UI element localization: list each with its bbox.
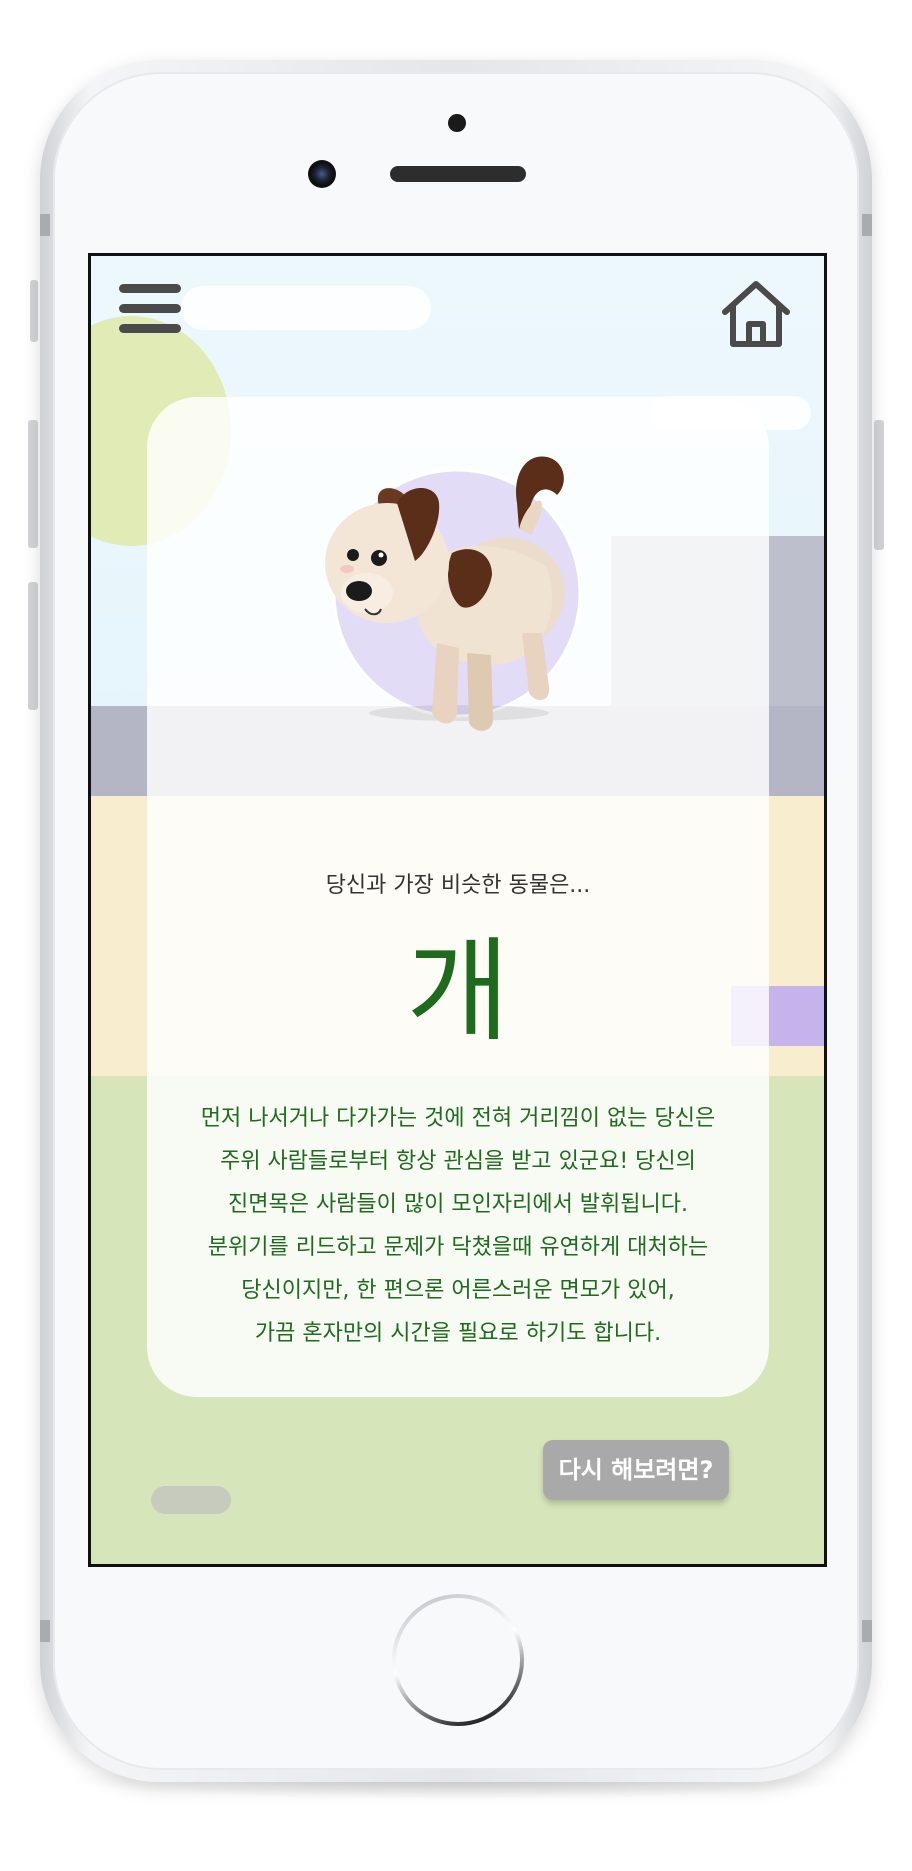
antenna-band <box>862 1620 872 1642</box>
description-line: 분위기를 리드하고 문제가 닥쳤을때 유연하게 대처하는 <box>207 1235 709 1260</box>
volume-down-button <box>28 582 38 710</box>
proximity-sensor <box>448 114 466 132</box>
mute-switch <box>30 280 38 342</box>
dog-illustration <box>287 443 607 743</box>
earpiece-speaker <box>390 166 526 182</box>
retry-button[interactable]: 다시 해보려면? <box>543 1440 729 1500</box>
front-camera <box>308 160 336 188</box>
description-line: 당신이지만, 한 편으론 어른스러운 면모가 있어, <box>241 1278 675 1303</box>
description-line: 가끔 혼자만의 시간을 필요로 하기도 합니다. <box>254 1321 662 1346</box>
result-animal-name: 개 <box>406 927 510 1057</box>
result-card: 당신과 가장 비슷한 동물은... 개 먼저 나서거나 다가가는 것에 전혀 거… <box>147 397 769 1397</box>
description-line: 진면목은 사람들이 많이 모인자리에서 발휘됩니다. <box>227 1192 688 1217</box>
description-line: 먼저 나서거나 다가가는 것에 전혀 거리낌이 없는 당신은 <box>200 1106 716 1131</box>
hamburger-menu-icon[interactable] <box>119 284 181 334</box>
volume-up-button <box>28 420 38 548</box>
antenna-band <box>40 214 50 236</box>
app-screen: 당신과 가장 비슷한 동물은... 개 먼저 나서거나 다가가는 것에 전혀 거… <box>88 253 827 1567</box>
description-line: 주위 사람들로부터 항상 관심을 받고 있군요! 당신의 <box>220 1149 696 1174</box>
antenna-band <box>862 214 872 236</box>
house-icon[interactable] <box>719 278 793 350</box>
result-description: 먼저 나서거나 다가가는 것에 전혀 거리낌이 없는 당신은 주위 사람들로부터… <box>167 1097 749 1355</box>
result-subtitle: 당신과 가장 비슷한 동물은... <box>325 873 591 898</box>
antenna-band <box>40 1620 50 1642</box>
power-button <box>874 420 884 550</box>
home-button[interactable] <box>392 1594 524 1726</box>
